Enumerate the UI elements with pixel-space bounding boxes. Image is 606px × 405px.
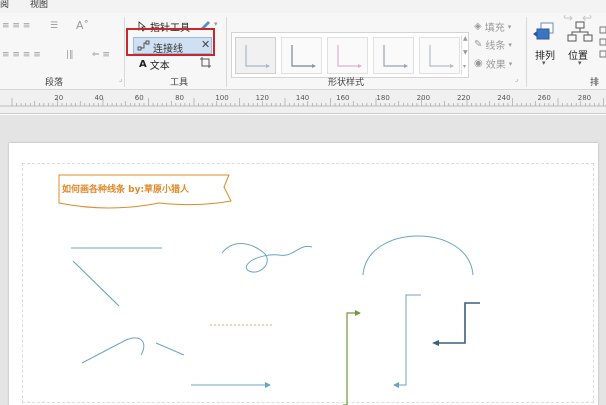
ruler-label: 140 — [295, 94, 310, 102]
undo-icon[interactable]: ↩ — [582, 11, 592, 25]
arrowhead — [355, 310, 361, 316]
separator — [124, 17, 125, 87]
chevron-down-icon: ▾ — [507, 22, 512, 31]
align-icons-row1[interactable]: ≡ ≡ ≡ — [2, 21, 30, 31]
line-pen-icon: ✎ — [474, 39, 483, 50]
fill-dropdown[interactable]: ◈ 填充 ▾ — [474, 19, 511, 34]
ruler-label: 160 — [336, 94, 350, 102]
navy-elbow-connector — [435, 302, 480, 344]
redo-icon[interactable]: ↪ — [563, 11, 573, 25]
banner-title: 如何画各种线条 by:草原小猎人 — [62, 185, 190, 195]
ruler-label: 40 — [94, 94, 104, 102]
text-tool-label: 文本 — [149, 61, 170, 72]
chevron-down-icon[interactable]: ▾ — [214, 20, 218, 28]
group-label-paragraph: 段落 — [45, 78, 64, 88]
menu-item-view[interactable]: 视图 — [30, 0, 48, 10]
chevron-down-icon: ▾ — [508, 40, 512, 49]
connector-highlight-box — [126, 28, 215, 56]
dialog-launcher-icon[interactable]: ⌟ — [119, 75, 122, 83]
ruler-label: 20 — [54, 94, 64, 102]
group-label-tools: 工具 — [170, 78, 189, 88]
arrowhead — [432, 340, 439, 346]
align-partial-icon — [599, 26, 606, 58]
menu-bar: 阅 视图 — [0, 0, 606, 13]
arrowhead — [265, 382, 271, 388]
arrange-icon — [533, 22, 554, 40]
green-elbow-connector — [343, 312, 359, 405]
separator — [526, 17, 527, 87]
indent-icon[interactable]: |‖ — [66, 50, 74, 60]
line-style-swatch[interactable] — [373, 37, 414, 74]
line-style-swatch[interactable] — [327, 37, 368, 74]
effect-icon: ◉ — [474, 58, 483, 69]
curved-line — [81, 337, 145, 364]
fill-bucket-icon: ◈ — [474, 21, 482, 32]
chevron-down-icon: ▾ — [508, 59, 513, 68]
short-line — [155, 342, 185, 356]
arrange-button[interactable]: 排列 ▾ — [532, 21, 558, 71]
fill-label: 填充 — [484, 23, 505, 34]
line-dropdown[interactable]: ✎ 线条 ▾ — [474, 37, 512, 52]
separator — [226, 17, 227, 87]
effect-dropdown[interactable]: ◉ 效果 ▾ — [474, 56, 512, 71]
align-icons-row2[interactable]: ≡ ≡ ≡ ≡ — [2, 50, 41, 60]
text-a-icon: A — [139, 59, 147, 70]
scroll-up-icon[interactable]: ▲ — [463, 35, 468, 42]
ribbon: ≡ ≡ ≡ ☰ A˚ ≡ ≡ ≡ ≡ |‖ ⇐ ≡ 段落 ⌟ 指针工具 ▾ 连接… — [0, 11, 606, 101]
list-icon[interactable]: ☰ — [50, 21, 58, 31]
group-label-shape-styles: 形状样式 — [328, 78, 365, 88]
horizontal-ruler[interactable]: 2040608010012014016018020022024026028030… — [0, 90, 606, 114]
chevron-down-icon: ▾ — [542, 59, 546, 67]
chevron-down-icon: ▾ — [578, 59, 582, 67]
line-label: 线条 — [485, 41, 506, 52]
dialog-launcher-icon[interactable]: ⌟ — [515, 75, 518, 83]
ruler-label: 180 — [376, 94, 390, 102]
ruler-label: 100 — [215, 94, 229, 102]
menu-item-partial[interactable]: 阅 — [0, 0, 9, 10]
effect-label: 效果 — [485, 60, 506, 71]
diagonal-line — [72, 260, 120, 307]
drawing-canvas[interactable]: 如何画各种线条 by:草原小猎人 — [0, 115, 606, 405]
outdent-icon[interactable]: ⇐ ≡ — [92, 50, 110, 60]
line-style-swatch[interactable] — [235, 37, 276, 74]
scroll-down-icon[interactable]: ▼ — [463, 49, 468, 56]
gallery-scrollbar[interactable]: ▲ ▼ ▾ — [461, 35, 468, 75]
text-format-icon[interactable]: A˚ — [76, 19, 89, 32]
ruler-label: 280 — [577, 94, 592, 102]
arrowhead — [393, 382, 399, 388]
drawing-page[interactable]: 如何画各种线条 by:草原小猎人 — [9, 143, 598, 405]
ruler-label: 120 — [255, 94, 269, 102]
shape-style-gallery: ▲ ▼ ▾ — [231, 32, 469, 78]
ruler-label: 60 — [134, 94, 144, 102]
position-button[interactable]: 位置 ▾ — [566, 21, 596, 71]
ruler-label: 80 — [175, 94, 184, 102]
arc-shape — [362, 235, 474, 276]
gallery-more-icon[interactable]: ▾ — [463, 63, 466, 70]
ruler-label: 240 — [497, 94, 511, 102]
crop-connection-icon[interactable] — [199, 56, 213, 70]
line-style-swatch[interactable] — [281, 37, 322, 74]
freeform-curve — [221, 243, 313, 273]
line-style-swatch[interactable] — [419, 37, 460, 74]
more-arrange-tools[interactable] — [599, 23, 606, 67]
text-tool[interactable]: A 文本 — [139, 57, 170, 72]
ruler-label: 220 — [456, 94, 471, 102]
ruler-label: 200 — [416, 94, 431, 102]
teal-elbow-connector — [395, 294, 421, 386]
ruler-label: 260 — [537, 94, 551, 102]
